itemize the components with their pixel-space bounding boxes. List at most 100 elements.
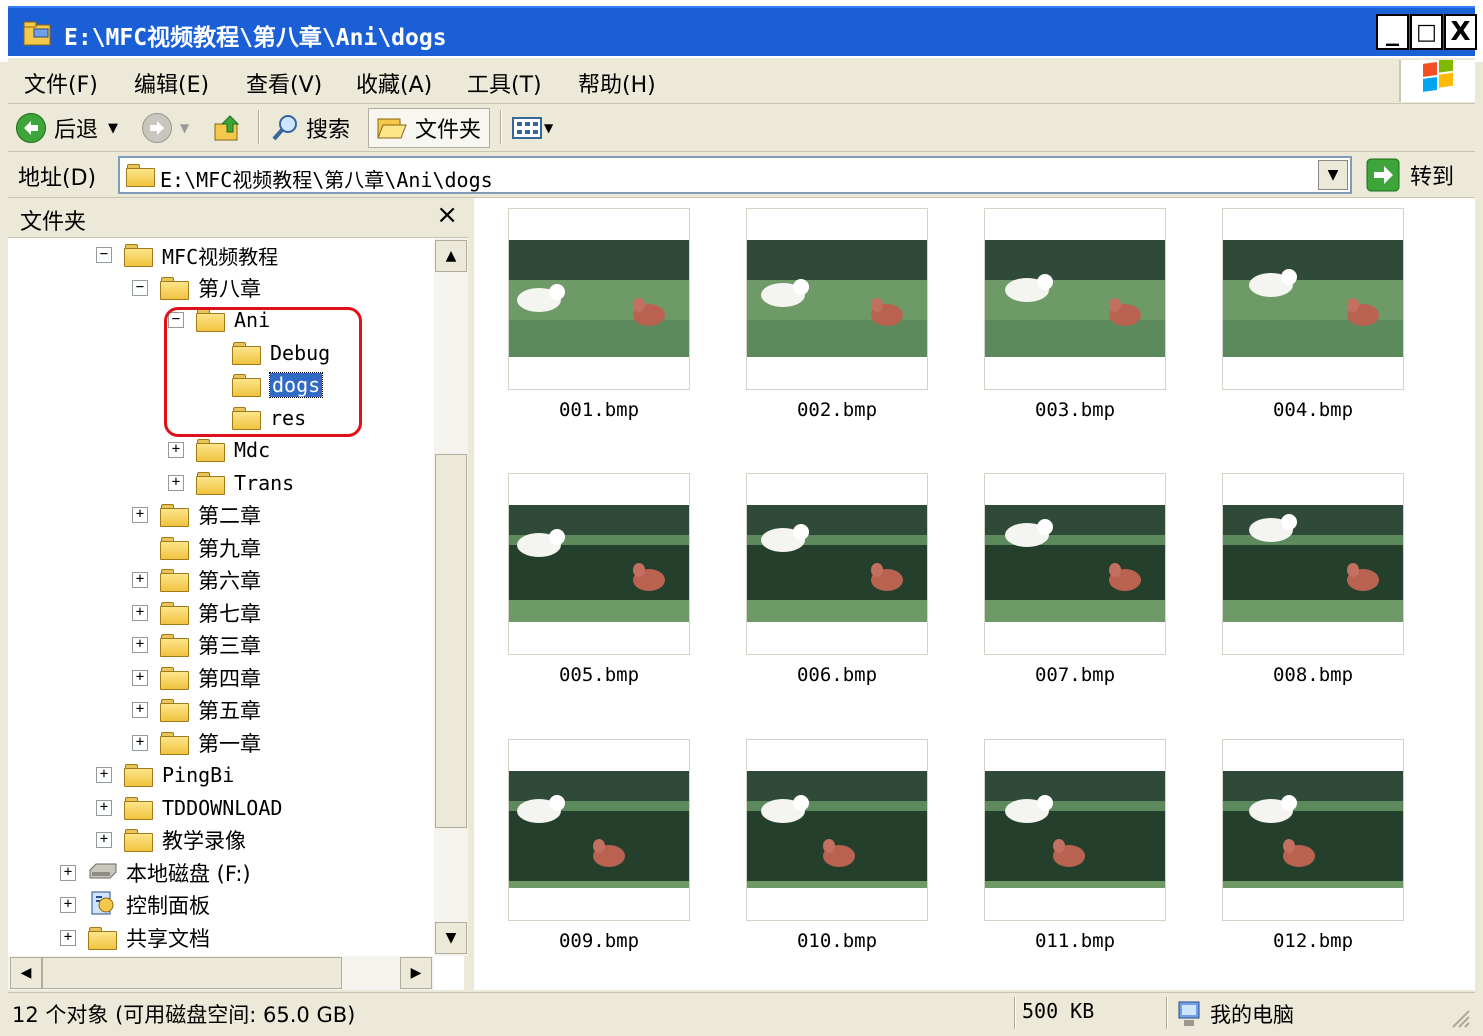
file-thumbnail[interactable] (984, 473, 1166, 655)
expand-icon[interactable]: + (132, 604, 148, 621)
maximize-button[interactable]: □ (1410, 14, 1443, 50)
file-thumbnail[interactable] (746, 473, 928, 655)
file-thumbnail[interactable] (984, 739, 1166, 921)
scroll-thumb[interactable] (435, 454, 467, 828)
menu-file[interactable]: 文件(F) (24, 67, 98, 99)
file-name-label[interactable]: 005.bmp (508, 664, 690, 686)
file-name-label[interactable]: 010.bmp (746, 930, 928, 952)
expand-icon[interactable]: + (96, 832, 112, 848)
file-name-label[interactable]: 003.bmp (984, 399, 1166, 421)
tree-item[interactable]: + PingBi (96, 760, 234, 790)
tree-item[interactable]: 第九章 (132, 533, 261, 563)
tree-item[interactable]: + Mdc (168, 435, 270, 465)
tree-item[interactable]: res (204, 403, 306, 433)
file-name-label[interactable]: 012.bmp (1222, 930, 1404, 952)
file-thumbnail[interactable] (1222, 473, 1404, 655)
scroll-up-icon[interactable]: ▲ (435, 240, 467, 272)
file-thumbnail[interactable] (508, 473, 690, 655)
expand-icon[interactable]: + (60, 929, 76, 946)
scroll-right-icon[interactable]: ▶ (400, 957, 432, 989)
collapse-icon[interactable]: − (132, 279, 148, 296)
tree-item[interactable]: + 第六章 (132, 565, 261, 595)
views-dropdown-icon[interactable]: ▼ (544, 121, 553, 135)
tree-item[interactable]: + 第二章 (132, 500, 261, 530)
folder-tree[interactable]: − MFC视频教程 − 第八章 − Ani Debug dogs res + Mdc + Trans + 第… (8, 238, 434, 956)
tree-item[interactable]: dogs (204, 370, 324, 400)
file-name-label[interactable]: 008.bmp (1222, 664, 1404, 686)
expand-icon[interactable]: + (96, 799, 112, 816)
expand-icon[interactable]: + (132, 637, 148, 653)
back-dropdown-icon[interactable]: ▼ (108, 121, 118, 136)
expand-icon[interactable]: + (132, 507, 148, 523)
folder-pane-close-icon[interactable]: × (436, 200, 458, 230)
back-button[interactable]: 后退 ▼ (16, 108, 118, 148)
file-thumbnail[interactable] (508, 208, 690, 390)
window-title: E:\MFC视频教程\第八章\Ani\dogs (64, 25, 447, 51)
tree-item[interactable]: + 第七章 (132, 598, 261, 628)
file-name-label[interactable]: 002.bmp (746, 399, 928, 421)
folders-button[interactable]: 文件夹 (368, 108, 491, 148)
search-button[interactable]: 搜索 (270, 108, 350, 148)
tree-item[interactable]: + 第五章 (132, 695, 261, 725)
tree-item[interactable]: + 教学录像 (96, 825, 246, 855)
go-button[interactable]: 转到 (1366, 156, 1454, 194)
file-thumbnail[interactable] (1222, 208, 1404, 390)
scroll-left-icon[interactable]: ◀ (10, 957, 42, 989)
tree-item[interactable]: + 共享文档 (60, 923, 210, 953)
expand-icon[interactable]: + (60, 897, 76, 913)
file-name-label[interactable]: 006.bmp (746, 664, 928, 686)
file-name-label[interactable]: 004.bmp (1222, 399, 1404, 421)
file-thumbnail[interactable] (508, 739, 690, 921)
views-button[interactable]: ▼ (512, 108, 553, 148)
expand-icon[interactable]: + (132, 734, 148, 751)
tree-horizontal-scrollbar[interactable]: ◀ ▶ (8, 956, 434, 990)
expand-icon[interactable]: + (168, 474, 184, 491)
file-thumbnail[interactable] (746, 739, 928, 921)
tree-item[interactable]: + 第四章 (132, 663, 261, 693)
file-thumbnail[interactable] (746, 208, 928, 390)
title-bar[interactable]: E:\MFC视频教程\第八章\Ani\dogs _ □ X (0, 0, 1483, 62)
expand-icon[interactable]: + (60, 864, 76, 881)
tree-item[interactable]: + 控制面板 (60, 890, 210, 920)
tree-vertical-scrollbar[interactable]: ▲ ▼ (434, 238, 468, 956)
file-thumbnail[interactable] (984, 208, 1166, 390)
file-name-label[interactable]: 007.bmp (984, 664, 1166, 686)
tree-item[interactable]: + Trans (168, 468, 294, 498)
expand-icon[interactable]: + (168, 442, 184, 458)
folder-icon (232, 373, 262, 397)
tree-item[interactable]: + TDDOWNLOAD (96, 793, 282, 823)
tree-item[interactable]: − 第八章 (132, 273, 261, 303)
menu-tools[interactable]: 工具(T) (467, 67, 542, 99)
file-name-label[interactable]: 001.bmp (508, 399, 690, 421)
resize-grip-icon[interactable] (1449, 1007, 1471, 1029)
close-button[interactable]: X (1444, 14, 1477, 50)
tree-item[interactable]: + 第三章 (132, 630, 261, 660)
menu-help[interactable]: 帮助(H) (578, 67, 656, 99)
scroll-down-icon[interactable]: ▼ (435, 922, 467, 954)
file-name-label[interactable]: 011.bmp (984, 930, 1166, 952)
collapse-icon[interactable]: − (168, 312, 184, 328)
up-folder-button[interactable] (212, 108, 244, 148)
tree-item[interactable]: + 第一章 (132, 728, 261, 758)
tree-item[interactable]: − MFC视频教程 (96, 240, 278, 270)
file-thumbnail[interactable] (1222, 739, 1404, 921)
file-thumbnail-view[interactable]: 001.bmp 002.bmp 003.bmp 004.bmp 005.bmp 006.b… (472, 198, 1475, 990)
tree-item[interactable]: + 本地磁盘 (F:) (60, 858, 251, 888)
expand-icon[interactable]: + (132, 572, 148, 588)
collapse-icon[interactable]: − (96, 247, 112, 263)
menu-view[interactable]: 查看(V) (246, 67, 322, 99)
expand-icon[interactable]: + (132, 702, 148, 718)
tree-item[interactable]: Debug (204, 338, 330, 368)
forward-button[interactable]: ▼ (142, 108, 189, 148)
tree-item[interactable]: − Ani (168, 305, 270, 335)
file-name-label[interactable]: 009.bmp (508, 930, 690, 952)
menu-edit[interactable]: 编辑(E) (134, 67, 209, 99)
menu-favorites[interactable]: 收藏(A) (356, 67, 432, 99)
expand-icon[interactable]: + (132, 669, 148, 686)
expand-icon[interactable]: + (96, 767, 112, 783)
hscroll-thumb[interactable] (42, 957, 342, 989)
forward-dropdown-icon[interactable]: ▼ (180, 121, 189, 135)
minimize-button[interactable]: _ (1376, 14, 1409, 50)
address-field[interactable]: E:\MFC视频教程\第八章\Ani\dogs ▼ (118, 156, 1352, 194)
address-dropdown-icon[interactable]: ▼ (1318, 160, 1348, 190)
